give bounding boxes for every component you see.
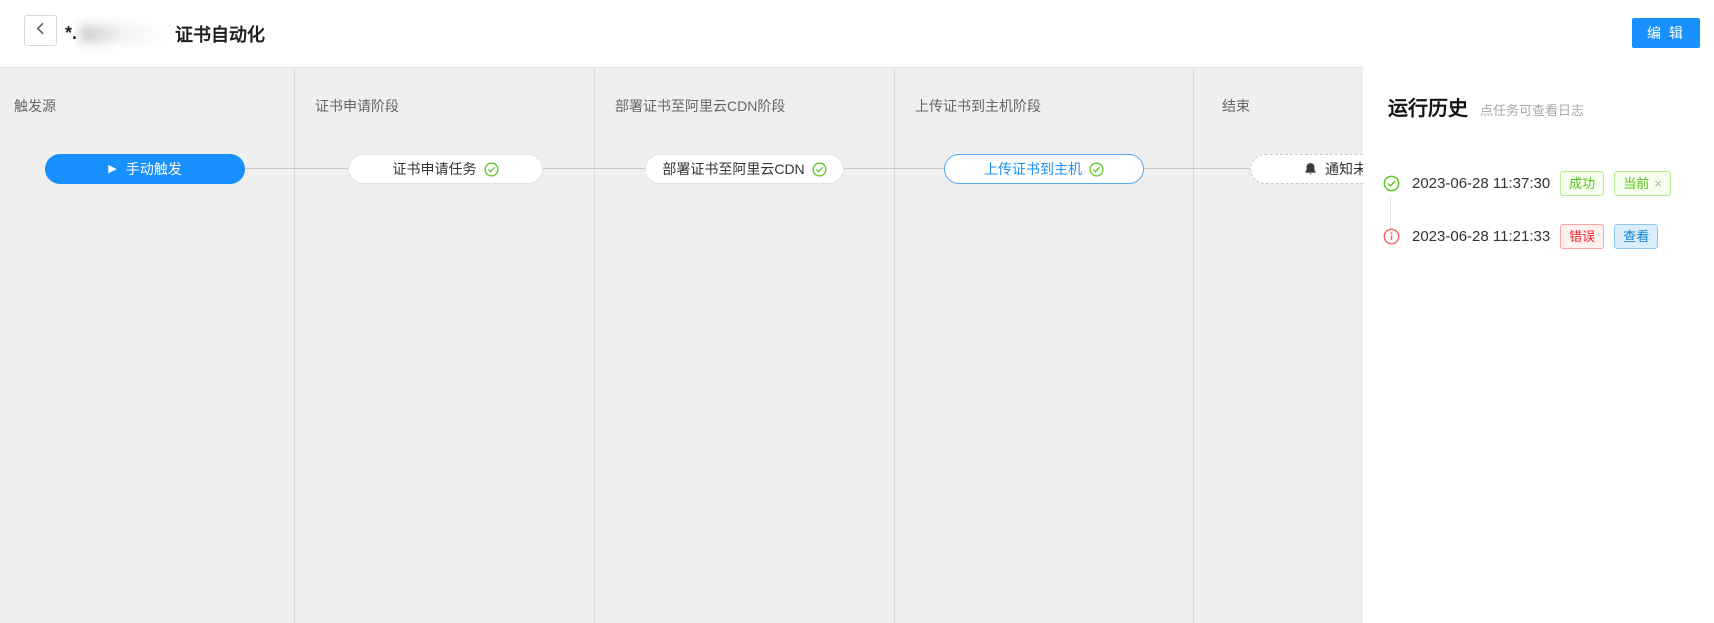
- current-run-badge: 当前 ×: [1614, 171, 1671, 196]
- check-circle-icon: [1089, 162, 1104, 177]
- bell-icon: [1303, 162, 1318, 177]
- history-entry: 2023-06-28 11:21:33 错误 查看: [1383, 224, 1658, 249]
- stage-column-upload-host: 上传证书到主机阶段: [895, 68, 1194, 623]
- task-deploy-cdn[interactable]: 部署证书至阿里云CDN: [645, 154, 844, 184]
- redacted-domain: [80, 25, 172, 43]
- page-title: *. 证书自动化: [65, 0, 265, 67]
- status-badge-success: 成功: [1560, 171, 1604, 196]
- title-suffix: 证书自动化: [175, 21, 265, 47]
- page-header: *. 证书自动化 编 辑: [0, 0, 1714, 67]
- stage-label: 部署证书至阿里云CDN阶段: [615, 96, 785, 116]
- pipeline-canvas: 触发源 证书申请阶段 部署证书至阿里云CDN阶段 上传证书到主机阶段 结束 ▶ …: [0, 67, 1363, 623]
- success-circle-icon: [1383, 175, 1400, 192]
- run-history-header: 运行历史 点任务可查看日志: [1388, 92, 1584, 121]
- task-upload-host-selected[interactable]: 上传证书到主机: [944, 154, 1144, 184]
- title-prefix: *.: [65, 23, 77, 44]
- run-timestamp: 2023-06-28 11:37:30: [1412, 175, 1550, 192]
- task-label: 证书申请任务: [393, 159, 477, 179]
- status-badge-label: 错误: [1569, 230, 1595, 243]
- task-label: 通知未: [1325, 159, 1363, 179]
- trigger-label: 手动触发: [126, 159, 182, 179]
- task-cert-apply[interactable]: 证书申请任务: [348, 154, 543, 184]
- run-history-subtitle: 点任务可查看日志: [1480, 100, 1584, 119]
- task-notify[interactable]: 通知未: [1250, 154, 1363, 184]
- stage-column-deploy-cdn: 部署证书至阿里云CDN阶段: [595, 68, 895, 623]
- run-timestamp: 2023-06-28 11:21:33: [1412, 228, 1550, 245]
- stage-label: 触发源: [14, 96, 56, 116]
- edit-button[interactable]: 编 辑: [1632, 18, 1700, 48]
- task-label: 部署证书至阿里云CDN: [662, 159, 804, 179]
- run-history-title: 运行历史: [1388, 92, 1468, 121]
- view-log-button[interactable]: 查看: [1614, 224, 1658, 249]
- stage-label: 证书申请阶段: [315, 96, 399, 116]
- close-icon[interactable]: ×: [1654, 177, 1662, 190]
- stage-column-end: 结束: [1194, 68, 1363, 623]
- error-circle-icon: [1383, 228, 1400, 245]
- check-circle-icon: [484, 162, 499, 177]
- back-button[interactable]: [24, 15, 57, 46]
- run-history-panel: 运行历史 点任务可查看日志 2023-06-28 11:37:30 成功 当前 …: [1363, 67, 1714, 623]
- status-badge-label: 成功: [1569, 177, 1595, 190]
- stage-label: 结束: [1222, 96, 1250, 116]
- history-entry: 2023-06-28 11:37:30 成功 当前 ×: [1383, 171, 1671, 196]
- chevron-left-icon: [34, 22, 47, 40]
- play-icon: ▶: [108, 164, 116, 175]
- task-label: 上传证书到主机: [984, 159, 1082, 179]
- status-badge-error: 错误: [1560, 224, 1604, 249]
- current-badge-label: 当前: [1623, 177, 1649, 190]
- stage-label: 上传证书到主机阶段: [915, 96, 1041, 116]
- manual-trigger-button[interactable]: ▶ 手动触发: [45, 154, 245, 184]
- stage-column-trigger: 触发源: [0, 68, 295, 623]
- stage-column-cert-apply: 证书申请阶段: [295, 68, 595, 623]
- check-circle-icon: [812, 162, 827, 177]
